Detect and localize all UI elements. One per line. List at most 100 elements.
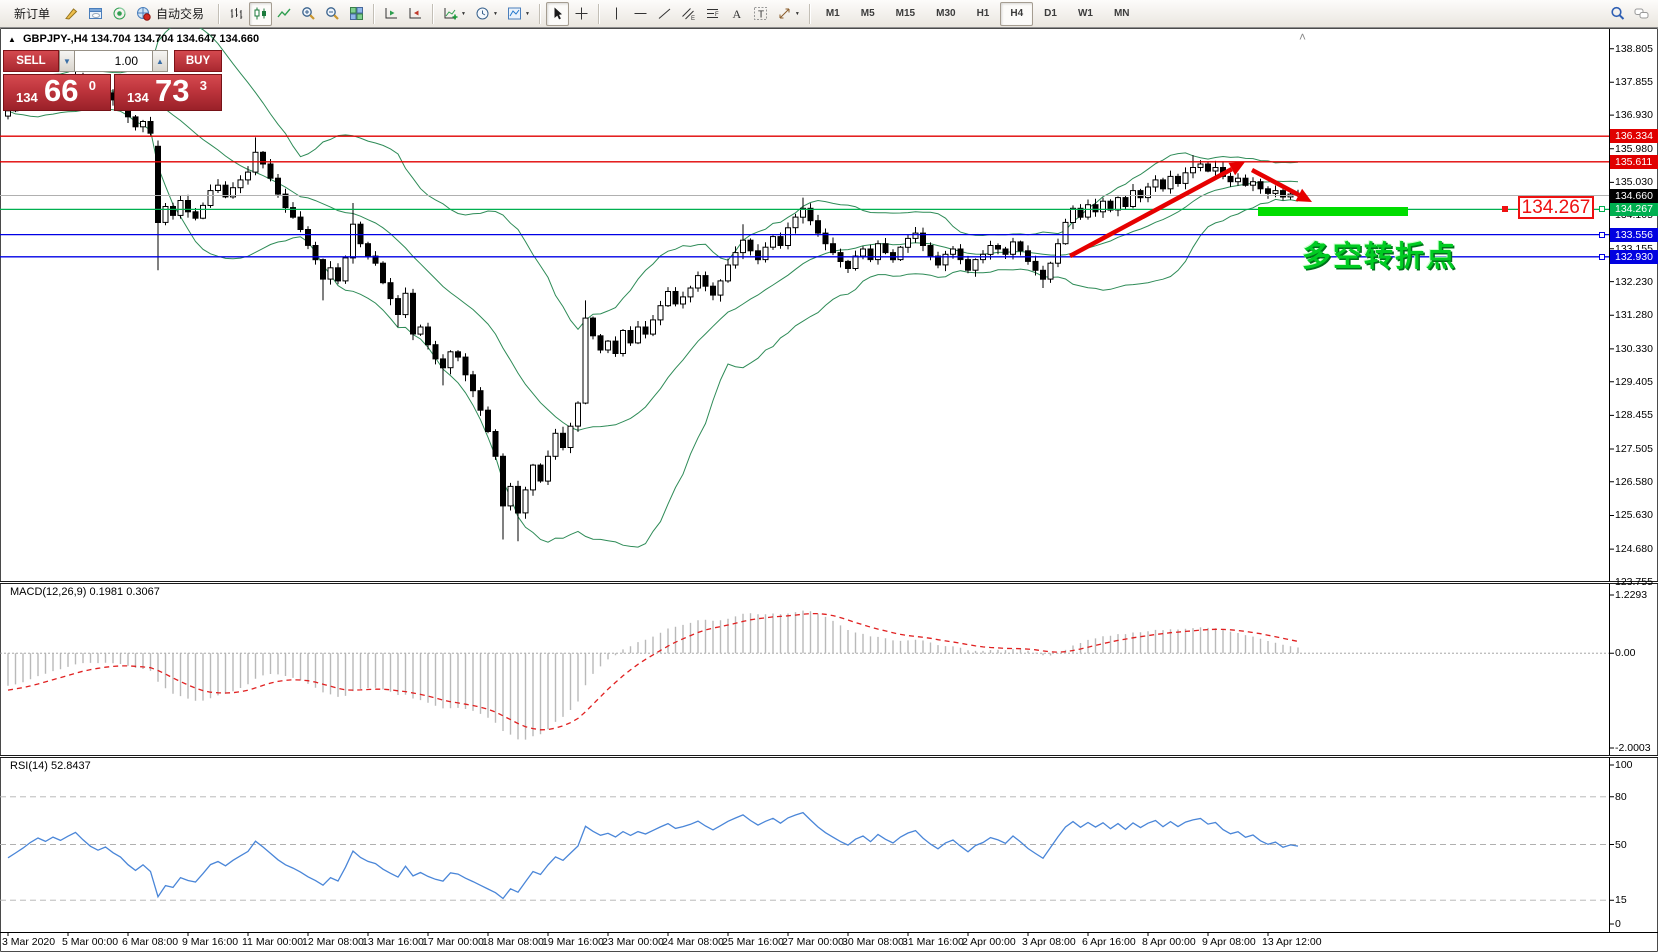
volume-decrease-button[interactable]: ▼ (59, 50, 75, 72)
rsi-tick-label: 100 (1615, 759, 1633, 771)
chat-icon[interactable] (1630, 2, 1653, 26)
line-chart-mode-icon[interactable] (273, 2, 296, 26)
collapse-panel-icon[interactable]: ▲ (8, 35, 16, 44)
zoom-out-icon[interactable] (321, 2, 344, 26)
time-axis-label: 25 Mar 16:00 (722, 936, 784, 948)
toolbar-separator (809, 4, 811, 24)
macd-signal-value: 0.3067 (126, 586, 160, 598)
periods-clock-icon[interactable]: ▼ (471, 2, 502, 26)
line-anchor-handle[interactable] (1599, 254, 1605, 260)
macd-tick-label: -2.0003 (1615, 742, 1651, 754)
arrows-shapes-icon[interactable]: ▼ (773, 2, 804, 26)
signal-radar-icon[interactable] (108, 2, 131, 26)
templates-icon[interactable]: ▼ (503, 2, 534, 26)
new-order-button[interactable]: 新订单 (5, 2, 59, 26)
line-anchor-handle[interactable] (1599, 206, 1605, 212)
toolbar: 新订单自动交易▼▼▼EFAT▼M1M5M15M30H1H4D1W1MN (0, 0, 1658, 28)
price-tick-label: 132.230 (1615, 276, 1653, 288)
macd-tick-label: 1.2293 (1615, 589, 1647, 601)
horizontal-line-icon[interactable] (629, 2, 652, 26)
indicators-icon[interactable]: ▼ (439, 2, 470, 26)
timeframe-m5[interactable]: M5 (851, 2, 885, 26)
time-axis-label: 27 Mar 00:00 (782, 936, 844, 948)
time-axis-label: 18 Mar 08:00 (482, 936, 544, 948)
sell-price-tile[interactable]: 134 66 0 (3, 74, 111, 111)
trendline-icon[interactable] (653, 2, 676, 26)
turning-point-annotation[interactable]: 多空转折点 (1302, 233, 1457, 275)
time-axis-label: 13 Apr 12:00 (1262, 936, 1322, 948)
toolbar-separator (373, 4, 375, 24)
chart-plot-area[interactable] (0, 0, 1658, 952)
candlesticks[interactable] (6, 70, 1301, 541)
sell-button[interactable]: SELL (3, 50, 59, 72)
rsi-tick-label: 80 (1615, 791, 1627, 803)
chart-shift-icon[interactable] (404, 2, 427, 26)
volume-increase-button[interactable]: ▲ (152, 50, 168, 72)
line-anchor-handle[interactable] (1599, 232, 1605, 238)
svg-text:F: F (715, 12, 719, 18)
rsi-line (8, 813, 1298, 899)
chart-window-border (1, 29, 1658, 952)
pane-separator-rsi[interactable] (0, 755, 1658, 758)
price-tick-label: 129.405 (1615, 376, 1653, 388)
bollinger-middle-band[interactable] (8, 90, 1298, 431)
buy-button[interactable]: BUY (174, 50, 222, 72)
support-zone-bar[interactable] (1258, 207, 1408, 216)
autotrading-button[interactable]: 自动交易 (132, 2, 213, 26)
time-axis-label: 6 Mar 08:00 (122, 936, 178, 948)
price-tick-label: 131.280 (1615, 309, 1653, 321)
bar-chart-mode-icon[interactable] (225, 2, 248, 26)
trend-arrow-up[interactable] (1070, 169, 1232, 256)
macd-tick-label: 0.00 (1615, 647, 1635, 659)
time-axis-label: 19 Mar 16:00 (542, 936, 604, 948)
time-axis-label: 12 Mar 08:00 (302, 936, 364, 948)
current-price-badge: 134.660 (1610, 189, 1658, 203)
timeframe-h4[interactable]: H4 (1000, 2, 1033, 26)
price-tick-label: 136.930 (1615, 109, 1653, 121)
price-tick-label: 124.680 (1615, 543, 1653, 555)
candlestick-mode-icon[interactable] (249, 2, 272, 26)
label-tool-icon[interactable]: T (749, 2, 772, 26)
timeframe-m30[interactable]: M30 (926, 2, 965, 26)
text-tool-icon[interactable]: A (725, 2, 748, 26)
callout-anchor-handle[interactable] (1502, 206, 1508, 212)
timeframe-m15[interactable]: M15 (886, 2, 925, 26)
timeframe-mn[interactable]: MN (1104, 2, 1140, 26)
price-tick-label: 137.855 (1615, 76, 1653, 88)
buy-price-prefix: 134 (127, 90, 149, 105)
price-tick-label: 123.755 (1615, 576, 1653, 588)
rsi-tick-label: 0 (1615, 918, 1621, 930)
toolbar-separator (218, 4, 220, 24)
price-tick-label: 125.630 (1615, 509, 1653, 521)
ohlc-high: 134.704 (134, 33, 174, 45)
vertical-line-icon[interactable] (605, 2, 628, 26)
tile-windows-icon[interactable] (345, 2, 368, 26)
timeframe-w1[interactable]: W1 (1068, 2, 1103, 26)
time-axis-label: 24 Mar 08:00 (662, 936, 724, 948)
timeframe-d1[interactable]: D1 (1034, 2, 1067, 26)
buy-price-tile[interactable]: 134 73 3 (114, 74, 222, 111)
mt4-window: 138.805137.855136.930135.980135.030134.1… (0, 0, 1658, 952)
sell-price-big: 66 (44, 73, 78, 109)
auto-scroll-icon[interactable] (380, 2, 403, 26)
time-axis-label: 6 Apr 16:00 (1082, 936, 1136, 948)
macd-indicator-label: MACD(12,26,9) 0.1981 0.3067 (10, 586, 160, 598)
buy-price-sup: 3 (200, 78, 207, 93)
search-icon[interactable] (1606, 2, 1629, 26)
timeframe-h1[interactable]: H1 (967, 2, 1000, 26)
symbol-header: ▲ GBPJPY-,H4 134.704 134.704 134.647 134… (8, 33, 259, 45)
sell-price-prefix: 134 (16, 90, 38, 105)
highlighter-pen-icon[interactable] (60, 2, 83, 26)
price-callout-box[interactable]: 134.267 (1518, 196, 1594, 219)
volume-input[interactable] (75, 50, 152, 72)
zoom-in-icon[interactable] (297, 2, 320, 26)
level-price-badge: 135.611 (1610, 155, 1658, 169)
timeframe-m1[interactable]: M1 (816, 2, 850, 26)
crosshair-icon[interactable] (570, 2, 593, 26)
fibonacci-icon[interactable]: F (701, 2, 724, 26)
cursor-icon[interactable] (546, 2, 569, 26)
news-window-icon[interactable] (84, 2, 107, 26)
rsi-indicator-label: RSI(14) 52.8437 (10, 760, 91, 772)
channel-icon[interactable]: E (677, 2, 700, 26)
pane-separator-macd[interactable] (0, 581, 1658, 584)
